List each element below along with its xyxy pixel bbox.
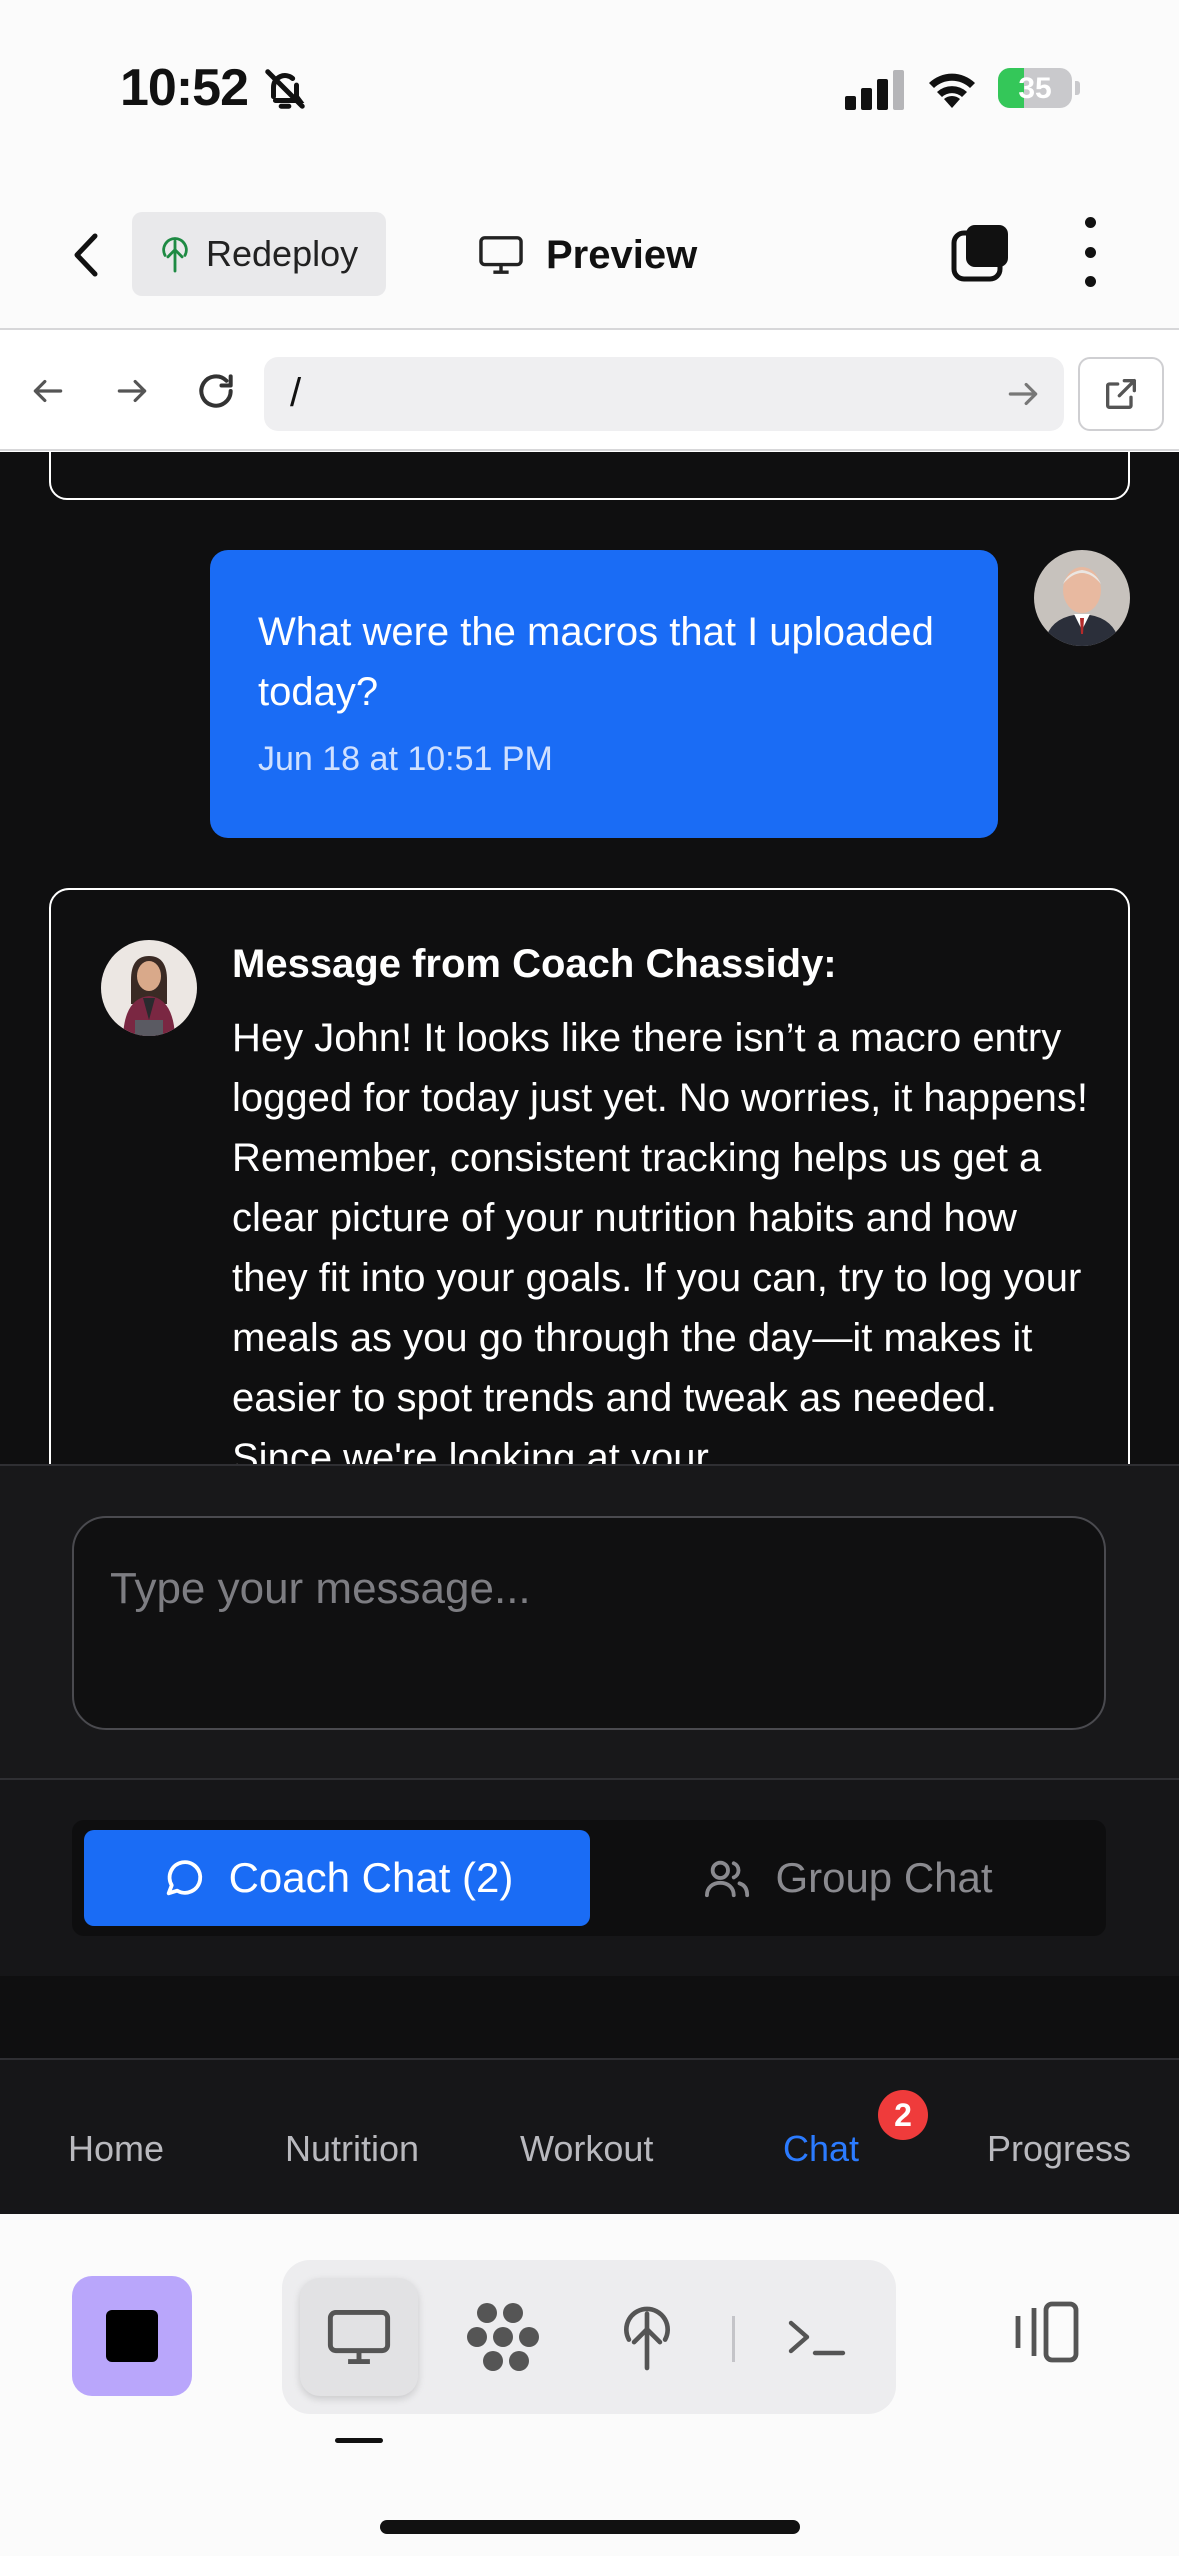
go-arrow-icon[interactable] — [1004, 375, 1042, 413]
url-bar: / — [0, 331, 1179, 451]
monitor-icon — [327, 2310, 391, 2364]
message-composer: Type your message... — [0, 1464, 1179, 1780]
users-icon — [705, 1860, 750, 1898]
user-message-bubble: What were the macros that I uploaded tod… — [210, 550, 998, 838]
preview-tool-button[interactable] — [300, 2278, 418, 2396]
antenna-tree-icon — [624, 2306, 670, 2371]
status-bar: 10:52 35 — [0, 0, 1179, 175]
reload-button[interactable] — [188, 363, 244, 419]
coach-message-title: Message from Coach Chassidy: — [232, 942, 837, 986]
status-time: 10:52 — [120, 59, 249, 117]
user-avatar — [1034, 550, 1130, 646]
wifi-icon — [929, 73, 975, 108]
dev-toolbar — [0, 2214, 1179, 2556]
external-link-icon — [1106, 379, 1136, 409]
redeploy-button[interactable]: Redeploy — [132, 212, 386, 296]
home-indicator — [380, 2520, 800, 2534]
cellular-signal-icon — [845, 70, 904, 110]
message-input[interactable]: Type your message... — [72, 1516, 1106, 1730]
preview-label: Preview — [546, 232, 698, 277]
chevron-left-icon — [74, 233, 98, 277]
battery-level: 35 — [1018, 72, 1052, 105]
arrow-left-icon — [33, 379, 63, 403]
nav-back-button[interactable] — [20, 363, 76, 419]
preview-tab[interactable]: Preview — [478, 225, 697, 285]
reload-icon — [199, 374, 233, 408]
split-view-icon[interactable] — [1010, 2296, 1082, 2368]
agent-swirl-icon — [467, 2303, 539, 2371]
coach-avatar — [101, 940, 197, 1036]
previous-message-card — [49, 452, 1130, 500]
coach-chat-tab[interactable]: Coach Chat (2) — [84, 1830, 590, 1926]
chat-mode-toggle: Coach Chat (2) Group Chat — [0, 1780, 1179, 1976]
chat-bubble-icon — [166, 1860, 202, 1896]
active-tool-indicator — [335, 2438, 383, 2443]
windows-switcher-icon[interactable] — [950, 221, 1014, 285]
deploy-tool-button[interactable] — [588, 2278, 706, 2396]
url-path: / — [290, 371, 302, 415]
battery-indicator: 35 — [998, 68, 1080, 108]
monitor-icon — [479, 236, 523, 274]
nav-forward-button[interactable] — [104, 363, 160, 419]
tool-group — [282, 2260, 896, 2414]
stop-icon — [106, 2310, 158, 2362]
url-input[interactable]: / — [264, 357, 1064, 431]
antenna-tree-icon — [162, 237, 188, 273]
spacer — [0, 1976, 1179, 2058]
shell-tool-button[interactable] — [758, 2278, 876, 2396]
chat-unread-badge: 2 — [878, 2090, 928, 2140]
back-button[interactable] — [56, 225, 116, 285]
nav-item-progress[interactable]: Progress — [987, 2128, 1131, 2170]
coach-message-text: Hey John! It looks like there isn’t a ma… — [232, 1016, 1089, 1464]
bottom-navigation: Home Nutrition Workout Chat 2 Progress — [0, 2058, 1179, 2214]
more-options-icon[interactable] — [1070, 217, 1110, 287]
nav-item-chat[interactable]: Chat — [783, 2128, 859, 2170]
terminal-icon — [788, 2320, 846, 2356]
user-message-timestamp: Jun 18 at 10:51 PM — [258, 740, 553, 778]
stop-button[interactable] — [72, 2276, 192, 2396]
coach-message-card: Message from Coach Chassidy: Hey John! I… — [49, 888, 1130, 1464]
nav-item-workout[interactable]: Workout — [520, 2128, 653, 2170]
bell-muted-icon — [265, 69, 305, 109]
app-header: Redeploy Preview — [0, 175, 1179, 330]
arrow-right-icon — [117, 379, 147, 403]
group-chat-label: Group Chat — [775, 1854, 993, 1901]
agent-tool-button[interactable] — [444, 2278, 562, 2396]
open-external-button[interactable] — [1078, 357, 1164, 431]
nav-item-home[interactable]: Home — [68, 2128, 164, 2170]
nav-item-nutrition[interactable]: Nutrition — [285, 2128, 419, 2170]
user-message-text: What were the macros that I uploaded tod… — [258, 610, 934, 714]
chat-messages[interactable]: What were the macros that I uploaded tod… — [0, 452, 1179, 1464]
redeploy-label: Redeploy — [206, 233, 359, 274]
group-chat-tab[interactable]: Group Chat — [602, 1830, 1094, 1926]
coach-chat-label: Coach Chat (2) — [228, 1854, 514, 1901]
